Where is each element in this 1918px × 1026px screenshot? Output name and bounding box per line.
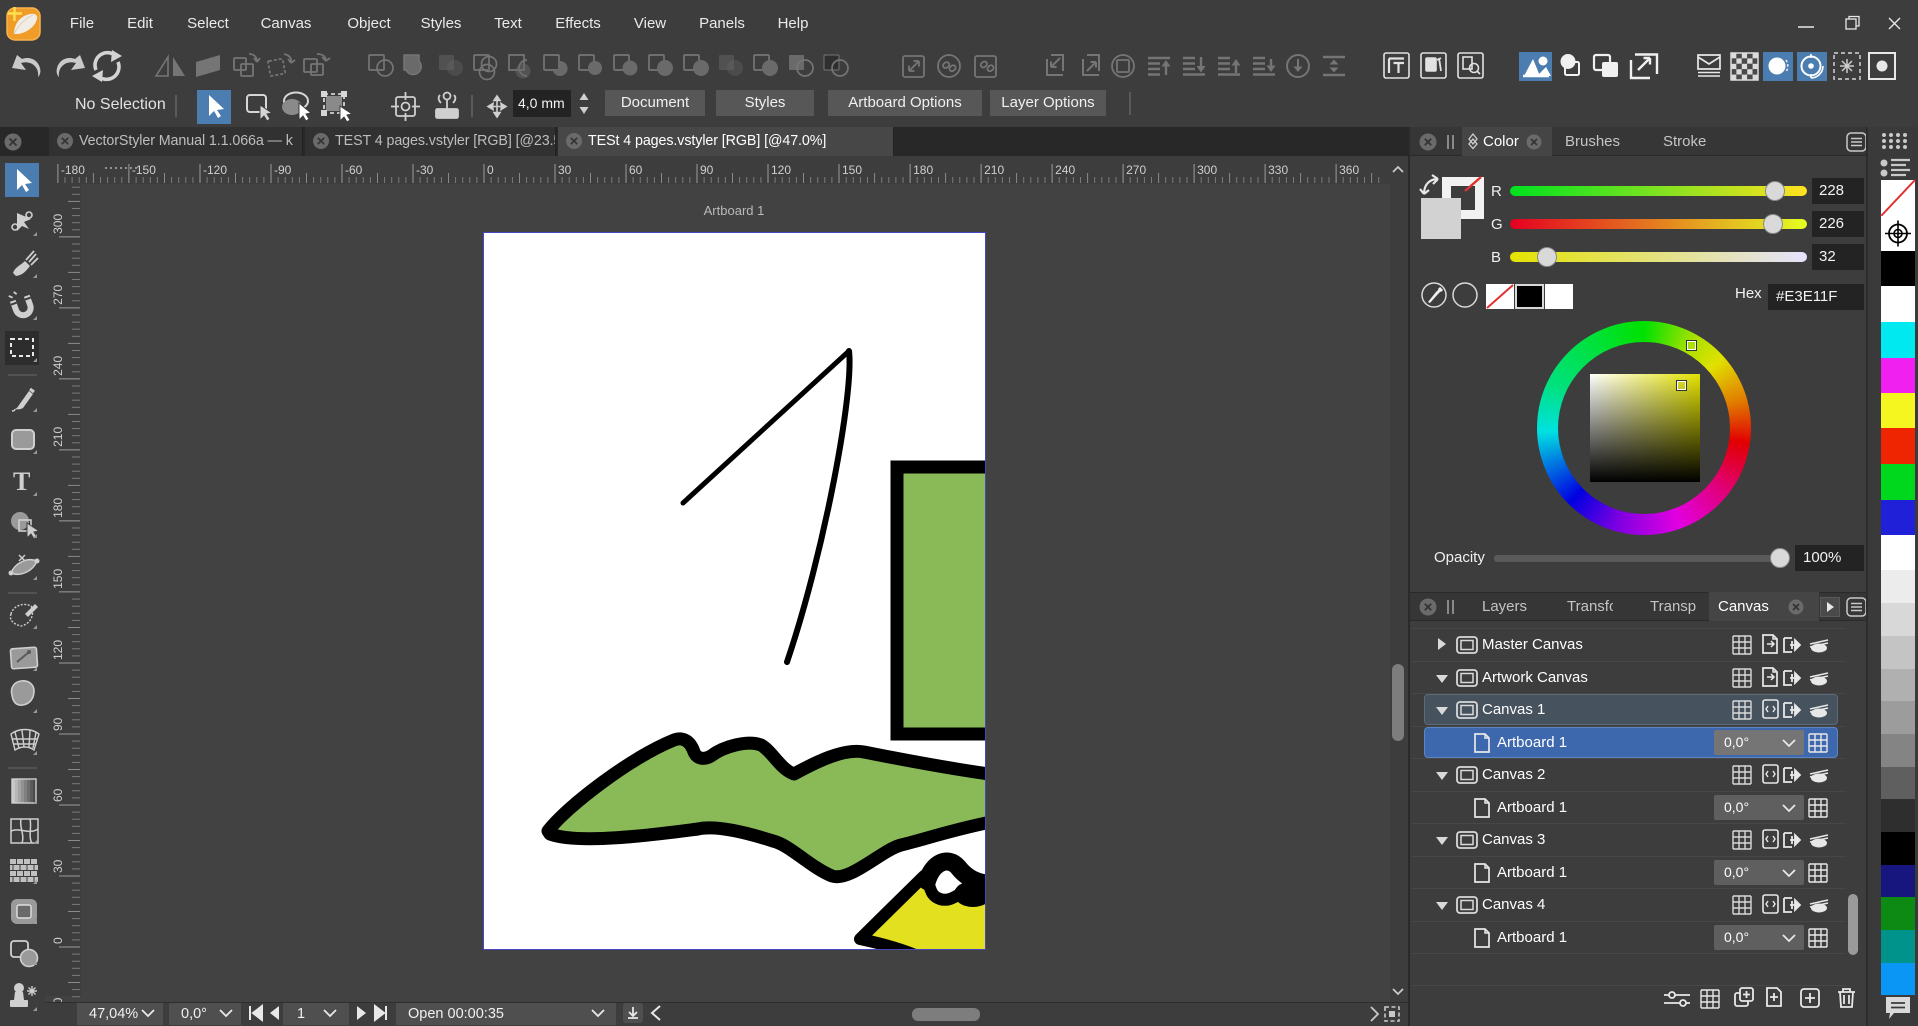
svg-text:120: 120: [771, 163, 791, 177]
svg-text:270: 270: [51, 285, 65, 305]
svg-text:240: 240: [51, 356, 65, 376]
svg-text:-60: -60: [345, 163, 363, 177]
svg-text:180: 180: [51, 498, 65, 518]
svg-text:0: 0: [487, 163, 494, 177]
svg-text:210: 210: [51, 427, 65, 447]
svg-text:90: 90: [51, 717, 65, 731]
svg-text:150: 150: [51, 569, 65, 589]
svg-text:0: 0: [51, 937, 65, 944]
svg-text:30: 30: [558, 163, 572, 177]
svg-text:-150: -150: [132, 163, 156, 177]
svg-text:360: 360: [1339, 163, 1359, 177]
svg-text:60: 60: [629, 163, 643, 177]
svg-text:90: 90: [700, 163, 714, 177]
svg-text:-90: -90: [274, 163, 292, 177]
svg-text:180: 180: [913, 163, 933, 177]
svg-text:210: 210: [984, 163, 1004, 177]
svg-text:120: 120: [51, 640, 65, 660]
svg-text:300: 300: [51, 214, 65, 234]
svg-text:300: 300: [1197, 163, 1217, 177]
svg-text:150: 150: [842, 163, 862, 177]
svg-text:T: T: [13, 467, 30, 496]
svg-text:240: 240: [1055, 163, 1075, 177]
svg-text:-180: -180: [61, 163, 85, 177]
svg-text:60: 60: [51, 788, 65, 802]
svg-text:330: 330: [1268, 163, 1288, 177]
svg-text:-30: -30: [416, 163, 434, 177]
svg-text:270: 270: [1126, 163, 1146, 177]
svg-text:30: 30: [51, 859, 65, 873]
svg-text:-120: -120: [203, 163, 227, 177]
